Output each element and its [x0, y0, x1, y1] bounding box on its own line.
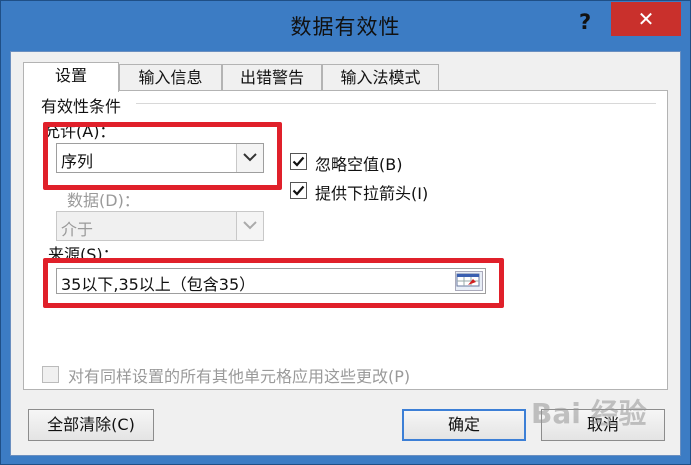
- ok-button[interactable]: 确定: [402, 409, 526, 441]
- tab-input-message[interactable]: 输入信息: [119, 64, 222, 90]
- apply-all-checkbox[interactable]: [42, 366, 59, 383]
- data-value: 介于: [61, 220, 94, 239]
- ignore-blank-label[interactable]: 忽略空值(B): [315, 151, 402, 175]
- watermark: Bai 经验: [531, 397, 647, 430]
- section-title: 有效性条件: [41, 97, 122, 116]
- title-bar[interactable]: 数据有效性 ? ✕: [1, 1, 690, 51]
- ignore-blank-checkbox[interactable]: [290, 153, 307, 170]
- data-label: 数据(D)：: [67, 191, 140, 210]
- tab-ime-mode[interactable]: 输入法模式: [322, 64, 439, 90]
- chevron-down-icon: [236, 212, 263, 240]
- clear-all-button[interactable]: 全部清除(C): [28, 409, 154, 441]
- close-button[interactable]: ✕: [611, 2, 681, 36]
- dialog-body: 设置 输入信息 出错警告 输入法模式 有效性条件 允许(A)： 序列 忽略空值(…: [10, 51, 681, 456]
- dialog-window: 数据有效性 ? ✕ 设置 输入信息 出错警告 输入法模式 有效性条件 允许(A)…: [0, 0, 691, 465]
- apply-all-label: 对有同样设置的所有其他单元格应用这些更改(P): [68, 367, 411, 386]
- section-divider: [136, 103, 656, 104]
- dropdown-arrow-label[interactable]: 提供下拉箭头(I): [315, 180, 428, 204]
- highlight-box-allow: [43, 122, 282, 190]
- highlight-box-source: [43, 258, 504, 308]
- tab-settings[interactable]: 设置: [23, 62, 119, 92]
- help-button[interactable]: ?: [579, 10, 591, 34]
- settings-panel: 有效性条件 允许(A)： 序列 忽略空值(B) 提供下拉箭头(I) 数据(D)：…: [23, 90, 668, 390]
- data-select: 介于: [56, 211, 264, 241]
- tab-error-alert[interactable]: 出错警告: [222, 64, 322, 90]
- dropdown-arrow-checkbox[interactable]: [290, 182, 307, 199]
